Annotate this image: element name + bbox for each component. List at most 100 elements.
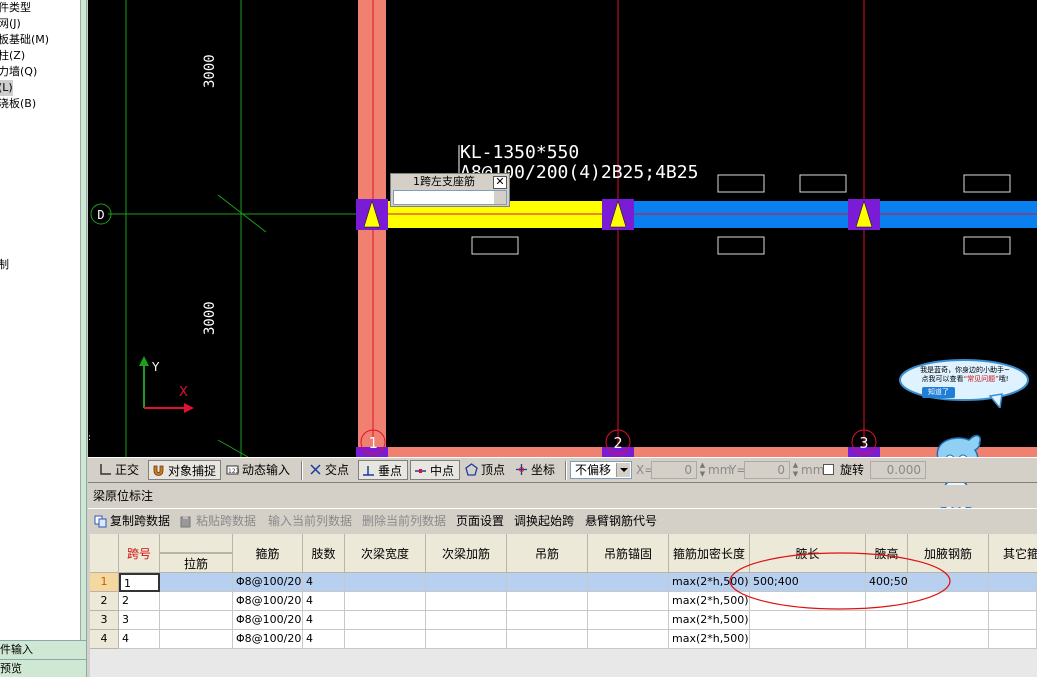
cell-hanger[interactable]	[507, 592, 588, 611]
cell-secondary-beam-rebar[interactable]	[426, 611, 507, 630]
vertex-snap-button[interactable]: 顶点	[462, 460, 512, 480]
cell-legs[interactable]: 4	[303, 592, 345, 611]
tree-item-component-type[interactable]: 件类型	[0, 0, 31, 16]
rotate-angle-input[interactable]: 0.000	[870, 461, 926, 479]
cell-hanger[interactable]	[507, 611, 588, 630]
col-header-legs[interactable]: 肢数	[303, 534, 345, 573]
cell-other[interactable]	[989, 611, 1037, 630]
cell-hanger-anchor[interactable]	[588, 630, 669, 649]
tree-item-draw[interactable]: 制	[0, 257, 9, 273]
col-header-haunch-height[interactable]: 腋高	[866, 534, 908, 573]
col-header-haunch-rebar[interactable]: 加腋钢筋	[908, 534, 989, 573]
cell-haunch-length[interactable]	[750, 611, 866, 630]
cell-dense-length[interactable]: max(2*h,500)	[669, 573, 750, 592]
cell-haunch-length[interactable]: 500;400	[750, 573, 866, 592]
cell-hanger[interactable]	[507, 573, 588, 592]
cell-span[interactable]: 4	[119, 630, 160, 649]
left-tab-preview[interactable]: 预览	[0, 659, 86, 677]
cantilever-rebar-code-button[interactable]: 悬臂钢筋代号	[585, 512, 657, 530]
cell-tie[interactable]	[160, 611, 233, 630]
col-header-dense-length[interactable]: 箍筋加密长度	[669, 534, 750, 573]
cell-dense-length[interactable]: max(2*h,500)	[669, 611, 750, 630]
cell-haunch-height[interactable]	[866, 611, 908, 630]
row-header[interactable]: 1	[90, 573, 119, 592]
cell-tie[interactable]	[160, 630, 233, 649]
cell-hanger-anchor[interactable]	[588, 592, 669, 611]
cell-stirrup[interactable]: Φ8@100/20	[233, 630, 303, 649]
cell-other[interactable]	[989, 573, 1037, 592]
popup-close-icon[interactable]: ✕	[493, 176, 507, 189]
tree-item-slab[interactable]: 浇板(B)	[0, 96, 36, 112]
cell-stirrup[interactable]: Φ8@100/20	[233, 611, 303, 630]
cell-legs[interactable]: 4	[303, 611, 345, 630]
col-header-tie[interactable]: 拉筋	[160, 553, 233, 573]
col-header-other[interactable]: 其它箍	[989, 534, 1037, 573]
col-header-hanger-anchor[interactable]: 吊筋锚固	[588, 534, 669, 573]
col-header-stirrup[interactable]: 箍筋	[233, 534, 303, 573]
coordinate-snap-button[interactable]: 坐标	[512, 460, 562, 480]
tree-item-beam[interactable]: (L)	[0, 80, 13, 96]
delete-current-column-button[interactable]: 删除当前列数据	[362, 512, 446, 530]
cell-haunch-height[interactable]	[866, 630, 908, 649]
cell-span[interactable]: 1	[119, 573, 160, 592]
span-rebar-table[interactable]: 跨号 拉筋 箍筋 肢数 次梁宽度 次梁加筋 吊筋 吊筋锚固 箍筋加密长度 腋长 …	[90, 534, 1037, 677]
cell-haunch-rebar[interactable]	[908, 630, 989, 649]
cell-hanger-anchor[interactable]	[588, 611, 669, 630]
cell-legs[interactable]: 4	[303, 573, 345, 592]
col-header-secondary-beam-width[interactable]: 次梁宽度	[345, 534, 426, 573]
cell-secondary-beam-rebar[interactable]	[426, 592, 507, 611]
tree-item-column[interactable]: 柱(Z)	[0, 48, 25, 64]
popup-combo-chevron-down-icon[interactable]	[494, 191, 506, 204]
cell-tie[interactable]	[160, 592, 233, 611]
row-header[interactable]: 4	[90, 630, 119, 649]
input-current-column-button[interactable]: 输入当前列数据	[268, 512, 352, 530]
y-offset-input[interactable]: 0	[744, 461, 790, 479]
cell-secondary-beam-width[interactable]	[345, 573, 426, 592]
cell-hanger-anchor[interactable]	[588, 573, 669, 592]
col-header-haunch-length[interactable]: 腋长	[750, 534, 866, 573]
swap-start-span-button[interactable]: 调换起始跨	[514, 512, 574, 530]
cell-legs[interactable]: 4	[303, 630, 345, 649]
tree-item-raft-foundation[interactable]: 板基础(M)	[0, 32, 49, 48]
cell-secondary-beam-rebar[interactable]	[426, 630, 507, 649]
left-tab-component-input[interactable]: 件输入	[0, 640, 86, 659]
cell-haunch-height[interactable]: 400;50	[866, 573, 908, 592]
perpendicular-snap-button[interactable]: 垂点	[358, 460, 408, 480]
object-snap-button[interactable]: 对象捕捉	[148, 460, 221, 480]
copy-span-data-button[interactable]: 复制跨数据	[92, 512, 170, 530]
help-bubble-ok-button[interactable]: 知道了	[922, 387, 955, 398]
paste-span-data-button[interactable]: 粘贴跨数据	[178, 512, 256, 530]
cell-other[interactable]	[989, 592, 1037, 611]
midpoint-snap-button[interactable]: 中点	[410, 460, 460, 480]
y-spin-icon[interactable]: ▲ ▼	[791, 461, 800, 479]
row-header[interactable]: 2	[90, 592, 119, 611]
cell-span[interactable]: 3	[119, 611, 160, 630]
cell-span[interactable]: 2	[119, 592, 160, 611]
cell-haunch-rebar[interactable]	[908, 573, 989, 592]
x-offset-input[interactable]: 0	[651, 461, 697, 479]
help-bubble[interactable]: 我是蓝奇，你身边的小助手~ 点我可以查看“常见问题”哦! 知道了	[898, 358, 1030, 408]
cell-haunch-rebar[interactable]	[908, 611, 989, 630]
col-header-span-no[interactable]: 跨号	[119, 534, 160, 573]
cell-haunch-length[interactable]	[750, 592, 866, 611]
page-setup-button[interactable]: 页面设置	[456, 512, 504, 530]
drawing-canvas[interactable]: 3000 3000 D 1 2 3 KL-1350*550 A8@100/200…	[88, 0, 1037, 457]
cell-secondary-beam-width[interactable]	[345, 630, 426, 649]
row-header[interactable]: 3	[90, 611, 119, 630]
cell-dense-length[interactable]: max(2*h,500)	[669, 592, 750, 611]
offset-mode-select[interactable]: 不偏移	[570, 461, 632, 479]
cell-dense-length[interactable]: max(2*h,500)	[669, 630, 750, 649]
tree-item-grid[interactable]: 网(J)	[0, 16, 21, 32]
cell-haunch-length[interactable]	[750, 630, 866, 649]
cell-secondary-beam-width[interactable]	[345, 611, 426, 630]
cell-other[interactable]	[989, 630, 1037, 649]
cell-secondary-beam-rebar[interactable]	[426, 573, 507, 592]
cell-secondary-beam-width[interactable]	[345, 592, 426, 611]
x-spin-icon[interactable]: ▲ ▼	[698, 461, 707, 479]
rotate-checkbox[interactable]	[823, 464, 834, 475]
popup-combo[interactable]	[393, 190, 507, 205]
component-tree[interactable]: 件类型 网(J) 板基础(M) 柱(Z) 力墙(Q) (L) 浇板(B) 制	[0, 0, 81, 640]
cell-tie[interactable]	[160, 573, 233, 592]
cell-stirrup[interactable]: Φ8@100/20	[233, 573, 303, 592]
cell-haunch-height[interactable]	[866, 592, 908, 611]
